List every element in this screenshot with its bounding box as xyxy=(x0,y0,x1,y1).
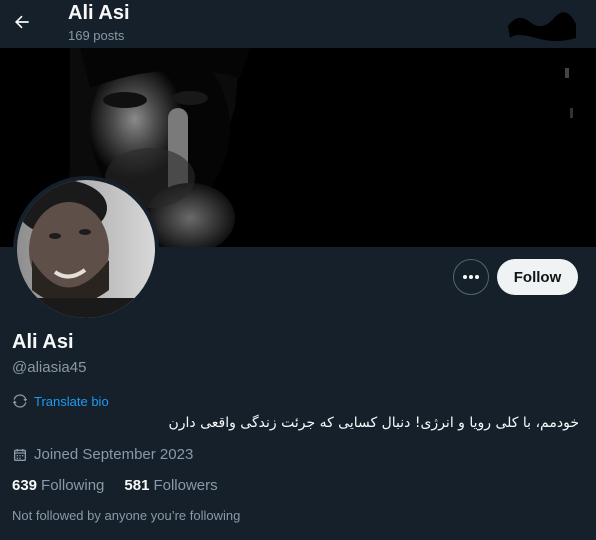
bio-text: خودمم، با کلی رویا و انرژی! دنبال کسایی … xyxy=(168,415,579,431)
mutual-followers-note: Not followed by anyone you’re following xyxy=(12,508,241,523)
user-handle: @aliasia45 xyxy=(12,359,87,376)
follow-button[interactable]: Follow xyxy=(497,259,578,295)
join-date-label: Joined September 2023 xyxy=(34,446,194,463)
avatar-image xyxy=(17,180,155,318)
post-count: 169 posts xyxy=(68,28,125,43)
followers-count: 581 xyxy=(124,477,150,494)
calendar-icon xyxy=(14,448,26,461)
profile-page: Ali Asi 169 posts Follow Ali Asi @aliasi… xyxy=(0,0,596,540)
following-link[interactable]: 639 Following xyxy=(12,477,104,494)
following-label: Following xyxy=(41,477,105,494)
top-bar: Ali Asi 169 posts xyxy=(0,0,596,48)
arrow-left-icon xyxy=(14,15,29,29)
translate-bio-link[interactable]: Translate bio xyxy=(12,393,109,409)
translate-bio-label: Translate bio xyxy=(34,393,109,409)
display-name: Ali Asi xyxy=(12,331,74,353)
header-title: Ali Asi xyxy=(68,2,130,24)
avatar[interactable] xyxy=(13,176,159,322)
more-options-button[interactable] xyxy=(453,259,489,295)
followers-link[interactable]: 581 Followers xyxy=(124,477,217,494)
translate-icon xyxy=(12,394,28,408)
redaction-scribble xyxy=(508,12,576,41)
more-horizontal-icon xyxy=(463,275,479,279)
followers-label: Followers xyxy=(153,477,218,494)
following-count: 639 xyxy=(12,477,38,494)
follow-stats: 639 Following 581 Followers xyxy=(12,477,238,494)
back-button[interactable] xyxy=(6,6,38,38)
join-date: Joined September 2023 xyxy=(12,446,193,463)
